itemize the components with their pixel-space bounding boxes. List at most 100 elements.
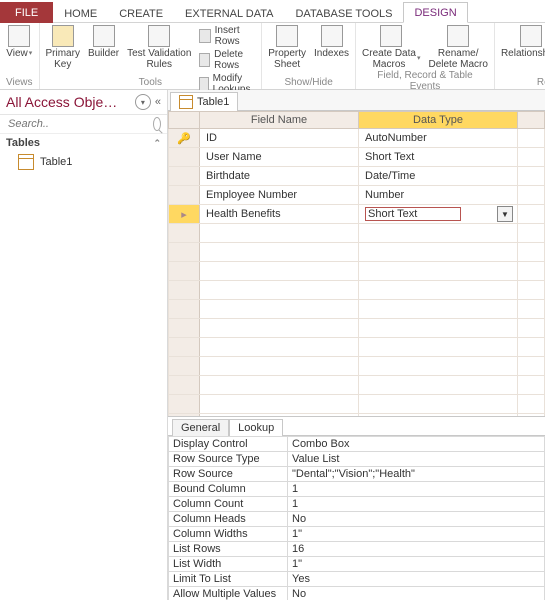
dropdown-button[interactable]: ▼ — [497, 206, 513, 222]
property-value[interactable]: No — [288, 512, 545, 527]
field-row[interactable]: ▸ Health Benefits Short Text▼ — [169, 205, 545, 224]
property-name: Row Source Type — [169, 452, 288, 467]
field-row[interactable]: Employee Number Number — [169, 186, 545, 205]
property-row[interactable]: Bound Column1 — [169, 482, 545, 497]
property-value[interactable]: 1" — [288, 527, 545, 542]
tab-design[interactable]: DESIGN — [403, 2, 467, 23]
field-row-empty[interactable] — [169, 319, 545, 338]
property-row[interactable]: Allow Multiple ValuesNo — [169, 587, 545, 600]
primary-key-button[interactable]: Primary Key — [46, 25, 80, 70]
test-validation-button[interactable]: Test Validation Rules — [127, 25, 191, 70]
modify-lookups-icon — [199, 77, 208, 91]
tab-external-data[interactable]: EXTERNAL DATA — [174, 3, 284, 23]
data-type-cell[interactable]: Short Text▼ — [359, 205, 518, 224]
indexes-button[interactable]: Indexes — [314, 25, 349, 59]
field-row-empty[interactable] — [169, 357, 545, 376]
field-grid[interactable]: Field Name Data Type 🔑 ID AutoNumber Use… — [168, 111, 545, 416]
field-row[interactable]: User Name Short Text — [169, 148, 545, 167]
property-value[interactable]: Combo Box — [288, 437, 545, 452]
field-row-empty[interactable] — [169, 300, 545, 319]
property-row[interactable]: Column Count1 — [169, 497, 545, 512]
tab-home[interactable]: HOME — [53, 3, 108, 23]
delete-rows-button[interactable]: Delete Rows — [199, 49, 255, 71]
search-icon[interactable] — [153, 117, 161, 131]
prop-tab-lookup[interactable]: Lookup — [229, 419, 283, 436]
description-cell[interactable] — [518, 148, 545, 167]
tab-create[interactable]: CREATE — [108, 3, 174, 23]
property-row[interactable]: Row Source"Dental";"Vision";"Health" — [169, 467, 545, 482]
create-data-macros-button[interactable]: Create Data Macros▾ — [362, 25, 420, 70]
property-value[interactable]: 1" — [288, 557, 545, 572]
property-row[interactable]: List Width1" — [169, 557, 545, 572]
nav-title[interactable]: All Access Obje… — [6, 94, 117, 110]
builder-button[interactable]: Builder — [88, 25, 119, 59]
field-name-cell[interactable]: Health Benefits — [200, 205, 359, 224]
row-selector[interactable]: 🔑 — [169, 129, 200, 148]
chevron-down-icon: ▾ — [29, 50, 33, 58]
col-field-name[interactable]: Field Name — [200, 112, 359, 129]
nav-item-table1[interactable]: Table1 — [0, 152, 167, 172]
ribbon-group-tools: Primary Key Builder Test Validation Rule… — [40, 23, 263, 89]
field-row-empty[interactable] — [169, 376, 545, 395]
ribbon: View▾ Views Primary Key Builder Test Val… — [0, 23, 545, 90]
insert-rows-button[interactable]: Insert Rows — [199, 25, 255, 47]
tab-database-tools[interactable]: DATABASE TOOLS — [284, 3, 403, 23]
data-type-cell[interactable]: Number — [359, 186, 518, 205]
nav-collapse-button[interactable]: « — [155, 96, 161, 108]
field-row-empty[interactable] — [169, 414, 545, 417]
ribbon-group-showhide: Property Sheet Indexes Show/Hide — [262, 23, 356, 89]
row-selector[interactable] — [169, 167, 200, 186]
row-selector[interactable] — [169, 148, 200, 167]
row-selector[interactable] — [169, 186, 200, 205]
property-row[interactable]: Column Widths1" — [169, 527, 545, 542]
tab-file[interactable]: FILE — [0, 2, 53, 23]
col-data-type[interactable]: Data Type — [359, 112, 518, 129]
property-value[interactable]: 1 — [288, 482, 545, 497]
document-tabs: Table1 — [168, 90, 545, 111]
property-value[interactable]: "Dental";"Vision";"Health" — [288, 467, 545, 482]
description-cell[interactable] — [518, 205, 545, 224]
property-value[interactable]: 1 — [288, 497, 545, 512]
nav-search-input[interactable] — [6, 117, 153, 131]
field-row-empty[interactable] — [169, 243, 545, 262]
view-button[interactable]: View▾ — [6, 25, 32, 59]
property-row[interactable]: Column HeadsNo — [169, 512, 545, 527]
field-row-empty[interactable] — [169, 395, 545, 414]
field-name-cell[interactable]: ID — [200, 129, 359, 148]
property-value[interactable]: Value List — [288, 452, 545, 467]
property-sheet-icon — [276, 25, 298, 47]
prop-tab-general[interactable]: General — [172, 419, 229, 436]
property-row[interactable]: Limit To ListYes — [169, 572, 545, 587]
collapse-icon: ⌃ — [153, 138, 161, 149]
description-cell[interactable] — [518, 167, 545, 186]
field-name-cell[interactable]: User Name — [200, 148, 359, 167]
doc-tab-table1[interactable]: Table1 — [170, 92, 238, 111]
col-description[interactable] — [518, 112, 545, 129]
property-row[interactable]: Row Source TypeValue List — [169, 452, 545, 467]
field-row[interactable]: 🔑 ID AutoNumber — [169, 129, 545, 148]
field-row-empty[interactable] — [169, 262, 545, 281]
field-row-empty[interactable] — [169, 338, 545, 357]
field-row[interactable]: Birthdate Date/Time — [169, 167, 545, 186]
property-row[interactable]: List Rows16 — [169, 542, 545, 557]
property-value[interactable]: 16 — [288, 542, 545, 557]
property-value[interactable]: Yes — [288, 572, 545, 587]
row-selector[interactable]: ▸ — [169, 205, 200, 224]
rename-delete-macro-button[interactable]: Rename/ Delete Macro — [428, 25, 487, 70]
property-sheet-button[interactable]: Property Sheet — [268, 25, 306, 70]
field-row-empty[interactable] — [169, 281, 545, 300]
field-row-empty[interactable] — [169, 224, 545, 243]
field-name-cell[interactable]: Employee Number — [200, 186, 359, 205]
property-name: Column Heads — [169, 512, 288, 527]
data-type-cell[interactable]: Date/Time — [359, 167, 518, 186]
data-type-cell[interactable]: Short Text — [359, 148, 518, 167]
relationships-button[interactable]: Relationships — [501, 25, 545, 59]
nav-category-tables[interactable]: Tables⌃ — [0, 134, 167, 152]
description-cell[interactable] — [518, 186, 545, 205]
property-row[interactable]: Display ControlCombo Box — [169, 437, 545, 452]
data-type-cell[interactable]: AutoNumber — [359, 129, 518, 148]
nav-menu-button[interactable]: ▾ — [135, 94, 151, 110]
description-cell[interactable] — [518, 129, 545, 148]
property-value[interactable]: No — [288, 587, 545, 600]
field-name-cell[interactable]: Birthdate — [200, 167, 359, 186]
